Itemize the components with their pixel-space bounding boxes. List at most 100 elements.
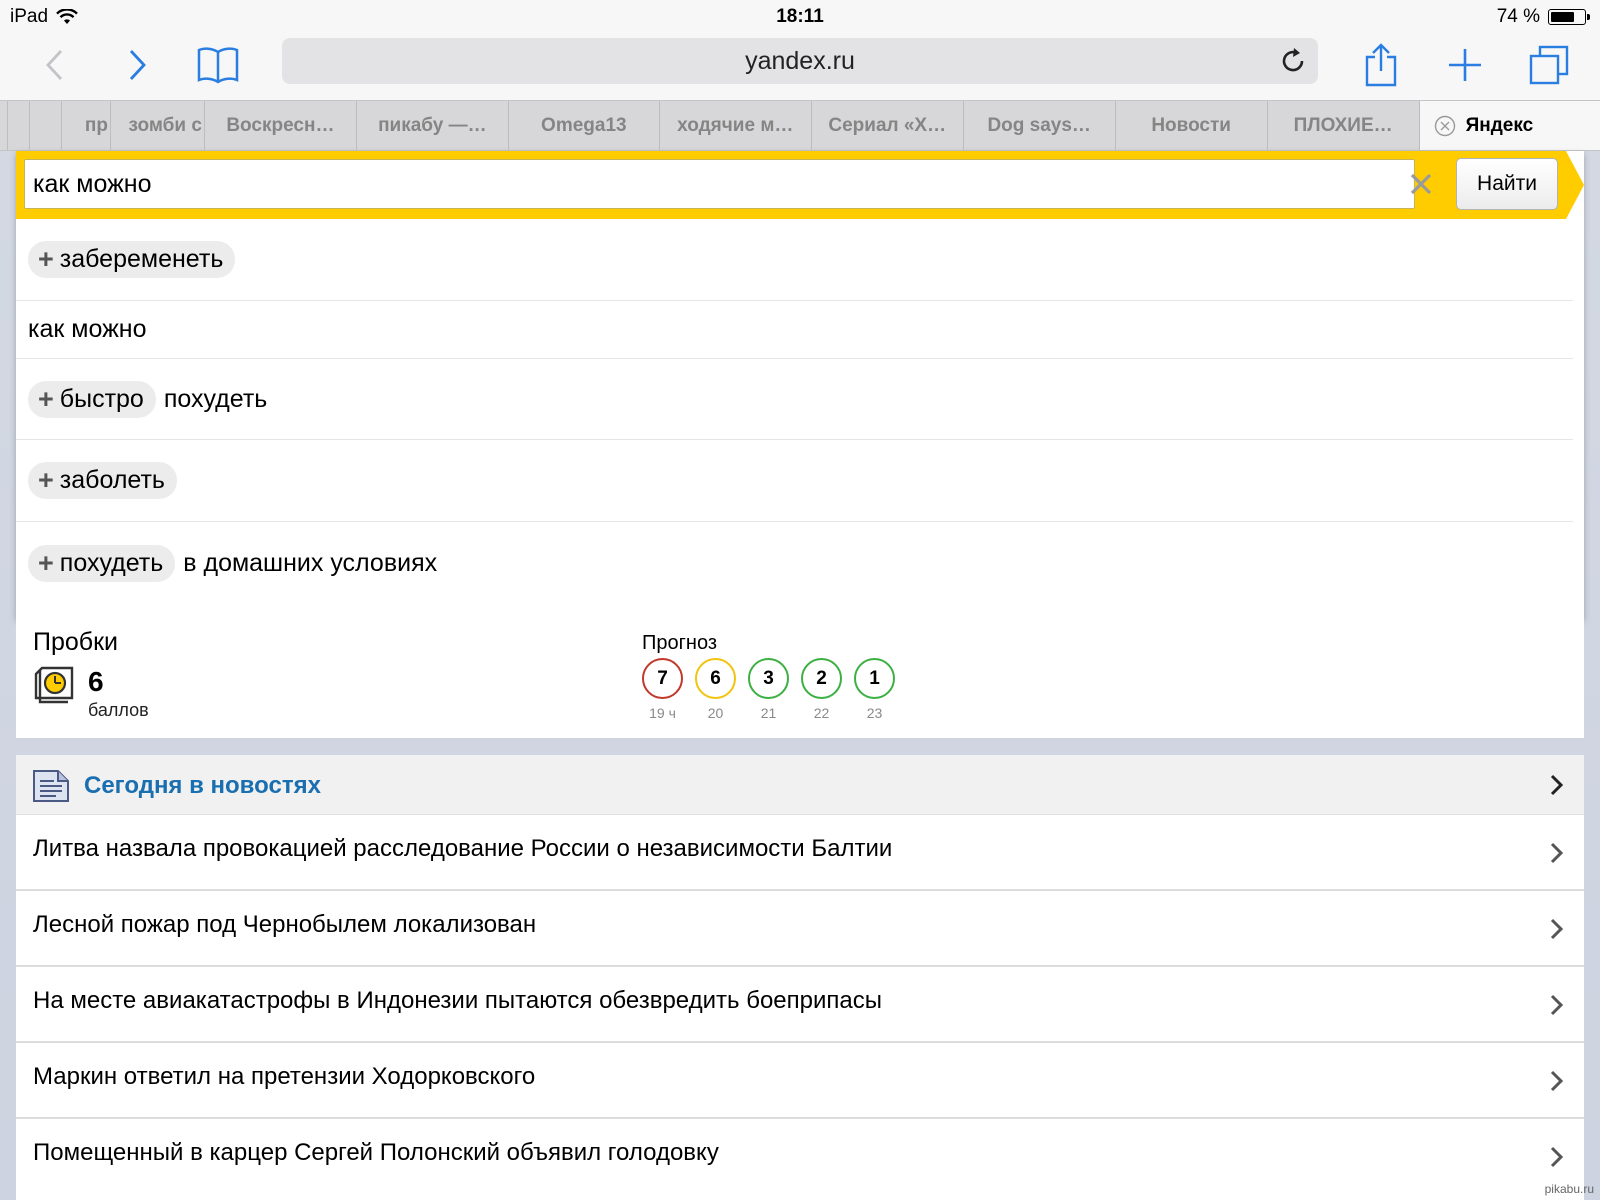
forecast-item: 1 23 xyxy=(854,658,895,721)
suggestion-chip[interactable]: + заболеть xyxy=(28,462,177,499)
battery-fill xyxy=(1551,12,1574,22)
forecast-circle: 1 xyxy=(854,658,895,699)
tab[interactable]: Omega13 xyxy=(509,101,660,150)
suggestion-chip[interactable]: + забеременеть xyxy=(28,241,236,278)
tabs-button[interactable] xyxy=(1524,40,1574,90)
forecast-circle: 7 xyxy=(642,658,683,699)
tab-bar: пр зомби с Воскресн… пикабу —… Omega13 х… xyxy=(0,100,1600,151)
suggestion-item[interactable]: + быстро похудеть xyxy=(16,359,1573,440)
bookmarks-button[interactable] xyxy=(193,40,243,90)
back-button[interactable] xyxy=(30,40,80,90)
tab-label: ходячие м… xyxy=(677,114,794,136)
forecast-item: 3 21 xyxy=(748,658,789,721)
tab[interactable]: Воскресн… xyxy=(205,101,357,150)
forecast-item: 2 22 xyxy=(801,658,842,721)
plus-icon: + xyxy=(38,244,54,274)
news-headline: На месте авиакатастрофы в Индонезии пыта… xyxy=(33,987,882,1014)
chevron-right-icon xyxy=(1550,1070,1564,1092)
forecast-item: 6 20 xyxy=(695,658,736,721)
tab-label: Omega13 xyxy=(541,114,627,136)
forecast-circle: 3 xyxy=(748,658,789,699)
tabs-icon xyxy=(1529,45,1569,85)
tab-label: Dog says… xyxy=(987,114,1091,136)
forward-icon xyxy=(129,50,146,80)
tab[interactable]: зомби с xyxy=(111,101,205,150)
tab-stack-edge xyxy=(8,101,30,150)
tab[interactable]: Dog says… xyxy=(964,101,1116,150)
search-input[interactable] xyxy=(24,159,1415,209)
chevron-right-icon xyxy=(1550,842,1564,864)
forecast-item: 7 19 ч xyxy=(642,658,683,721)
battery-icon xyxy=(1548,9,1590,25)
suggestion-chip[interactable]: + похудеть xyxy=(28,544,176,582)
news-headline: Литва назвала провокацией расследование … xyxy=(33,835,893,862)
news-item[interactable]: На месте авиакатастрофы в Индонезии пыта… xyxy=(16,967,1584,1043)
tab[interactable]: Сериал «Х… xyxy=(812,101,964,150)
forecast-circle: 2 xyxy=(801,658,842,699)
watermark: pikabu.ru xyxy=(1544,1182,1594,1196)
browser-toolbar: yandex.ru xyxy=(0,32,1600,100)
suggestion-item[interactable]: + забеременеть xyxy=(16,219,1573,301)
tab[interactable]: ходячие м… xyxy=(660,101,812,150)
traffic-score: 6 xyxy=(88,666,104,697)
find-button[interactable]: Найти xyxy=(1456,158,1558,210)
suggestion-text: похудеть xyxy=(163,384,268,413)
close-tab-icon[interactable] xyxy=(1434,115,1456,137)
search-bar: Найти xyxy=(16,151,1584,219)
tab-label: зомби с xyxy=(128,114,202,136)
plus-icon: + xyxy=(38,383,54,414)
tab-label: Воскресн… xyxy=(226,114,335,136)
traffic-light-icon xyxy=(34,666,74,704)
newspaper-icon xyxy=(33,770,69,802)
news-item[interactable]: Маркин ответил на претензии Ходорковског… xyxy=(16,1043,1584,1119)
news-header[interactable]: Сегодня в новостях xyxy=(16,755,1584,815)
chip-label: забеременеть xyxy=(59,245,224,273)
news-item[interactable]: Помещенный в карцер Сергей Полонский объ… xyxy=(16,1119,1584,1195)
reload-icon[interactable] xyxy=(1278,46,1308,76)
chip-label: заболеть xyxy=(59,466,165,494)
traffic-panel[interactable]: Пробки 6 баллов Прогноз 7 19 ч 6 20 3 21… xyxy=(16,618,1584,738)
suggestion-text: как можно xyxy=(28,315,147,343)
forecast-hour: 19 ч xyxy=(649,705,676,721)
address-bar[interactable]: yandex.ru xyxy=(282,38,1318,84)
status-bar: iPad 18:11 74 % xyxy=(0,0,1600,32)
tab-stack-edge xyxy=(30,101,62,150)
bookmarks-icon xyxy=(197,47,239,84)
battery-percent: 74 % xyxy=(1496,6,1540,27)
suggestion-text: в домашних условиях xyxy=(183,548,438,577)
suggestion-item[interactable]: как можно xyxy=(16,301,1573,359)
tab[interactable]: ПЛОХИЕ… xyxy=(1268,101,1420,150)
share-button[interactable] xyxy=(1356,40,1406,90)
clock: 18:11 xyxy=(776,6,824,27)
tab[interactable]: пикабу —… xyxy=(357,101,509,150)
suggestion-item[interactable]: + заболеть xyxy=(16,440,1573,522)
clear-icon[interactable] xyxy=(1408,171,1434,197)
forecast-hour: 23 xyxy=(866,705,883,721)
tab-active[interactable]: Яндекс xyxy=(1419,101,1600,150)
news-item[interactable]: Литва назвала провокацией расследование … xyxy=(16,815,1584,891)
new-tab-icon xyxy=(1449,49,1481,81)
traffic-title: Пробки xyxy=(33,628,118,656)
search-panel: Найти + забеременеть как можно + быстро … xyxy=(16,151,1584,618)
forecast-hour: 20 xyxy=(707,705,724,721)
chevron-right-icon xyxy=(1550,774,1564,796)
new-tab-button[interactable] xyxy=(1440,40,1490,90)
tab[interactable]: пр xyxy=(62,101,111,150)
suggestion-item[interactable]: + похудеть в домашних условиях xyxy=(16,522,1573,604)
news-headline: Лесной пожар под Чернобылем локализован xyxy=(33,911,537,938)
tab-label: Сериал «Х… xyxy=(828,114,947,136)
tab-label: Яндекс xyxy=(1465,114,1534,136)
url-text: yandex.ru xyxy=(745,46,855,75)
news-panel: Сегодня в новостях Литва назвала провока… xyxy=(16,755,1584,1200)
plus-icon: + xyxy=(38,465,54,495)
tab[interactable]: Новости xyxy=(1116,101,1268,150)
chevron-right-icon xyxy=(1550,918,1564,940)
news-title: Сегодня в новостях xyxy=(84,772,321,799)
chevron-right-icon xyxy=(1550,1146,1564,1168)
tab-label: ПЛОХИЕ… xyxy=(1293,114,1393,136)
chip-label: быстро xyxy=(59,384,144,413)
suggestion-chip[interactable]: + быстро xyxy=(28,380,156,418)
traffic-unit: баллов xyxy=(88,700,149,720)
news-item[interactable]: Лесной пожар под Чернобылем локализован xyxy=(16,891,1584,967)
forward-button[interactable] xyxy=(112,40,162,90)
